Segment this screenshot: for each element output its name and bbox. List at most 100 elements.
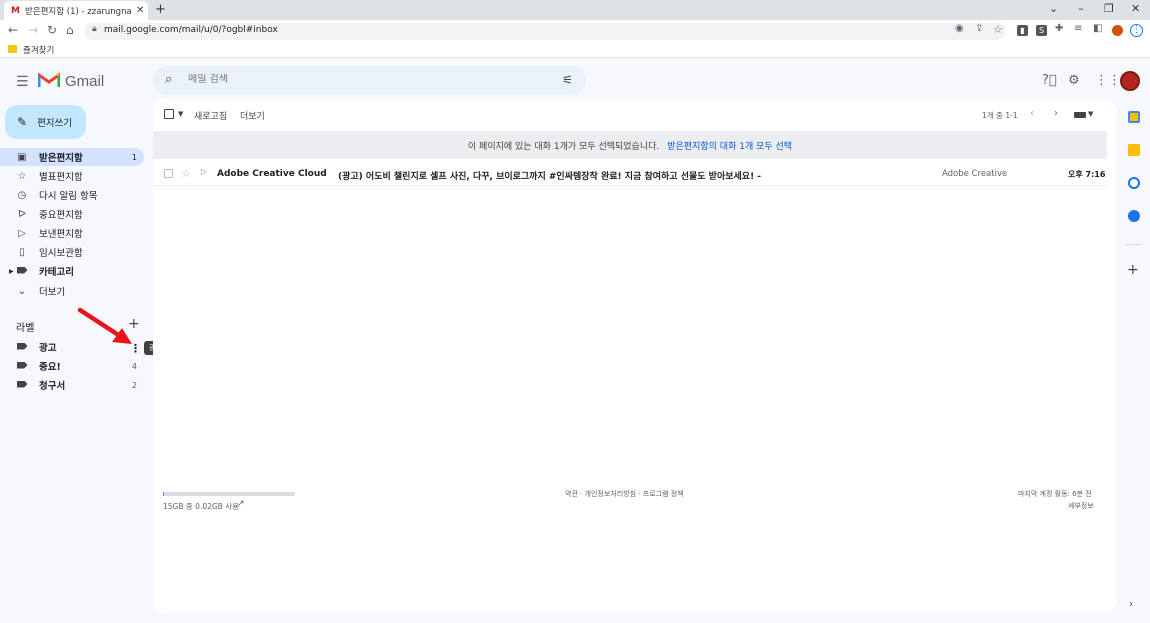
search-icon[interactable]: ⌕ xyxy=(165,72,172,87)
external-link-icon[interactable]: ↗ xyxy=(237,499,245,509)
gmail-logo-icon[interactable] xyxy=(38,72,60,88)
label-count: 2 xyxy=(131,380,137,390)
side-panel-icon[interactable]: ◧ xyxy=(1093,23,1102,34)
calendar-icon[interactable] xyxy=(1128,111,1140,123)
storage-bar-fill xyxy=(163,492,164,496)
contacts-icon[interactable] xyxy=(1128,210,1140,222)
compose-button[interactable]: ✎ 편지쓰기 xyxy=(5,105,86,139)
eye-icon[interactable]: ◉ xyxy=(955,23,964,34)
sidebar-item-starred[interactable]: ☆ 별표편지함 xyxy=(0,167,144,185)
sidebar-label-bills[interactable]: 청구서 2 xyxy=(0,376,144,394)
bookmark-star-icon[interactable]: ☆ xyxy=(993,23,1003,36)
sidebar-label-important[interactable]: 중요! 4 xyxy=(0,357,144,375)
minimize-button[interactable]: – xyxy=(1078,2,1084,15)
keep-icon[interactable] xyxy=(1128,144,1140,156)
back-icon[interactable]: ← xyxy=(8,23,18,37)
bookmarks-bar xyxy=(0,42,1150,58)
sidebar-item-label: 별표편지함 xyxy=(39,172,83,183)
browser-tab[interactable]: M 받은편지함 (1) - zzarungna@gm ✕ xyxy=(4,1,148,20)
chevron-down-icon: ⌄ xyxy=(17,285,27,297)
label-name: 청구서 xyxy=(39,381,66,392)
star-icon[interactable]: ☆ xyxy=(181,167,191,180)
pencil-icon: ✎ xyxy=(17,115,28,129)
prev-page-icon[interactable]: ‹ xyxy=(1030,108,1034,119)
bookmark-folder[interactable]: 즐겨찾기 xyxy=(23,44,54,56)
main-menu-icon[interactable]: ☰ xyxy=(16,74,29,90)
important-marker-icon[interactable]: ᐅ xyxy=(200,168,207,178)
label-name: 중요! xyxy=(39,362,61,373)
details-link[interactable]: 세부정보 xyxy=(1068,501,1094,511)
select-options-icon[interactable]: ▼ xyxy=(178,110,183,118)
selection-message: 이 페이지에 있는 대화 1개가 모두 선택되었습니다. xyxy=(467,141,660,152)
reading-list-icon[interactable]: ≡ xyxy=(1074,23,1082,34)
storage-bar xyxy=(163,492,295,496)
tasks-icon[interactable] xyxy=(1128,177,1140,189)
storage-usage: 15GB 중 0.02GB 사용 xyxy=(163,502,240,511)
compose-label: 편지쓰기 xyxy=(37,118,73,129)
sidebar-item-important[interactable]: ᐅ 중요편지함 xyxy=(0,205,144,223)
sidebar-item-label: 보낸편지함 xyxy=(39,229,83,240)
more-button[interactable]: 더보기 xyxy=(240,109,265,122)
input-tools-icon[interactable] xyxy=(1074,112,1086,118)
extension-icon[interactable]: ▮ xyxy=(1017,25,1028,36)
selection-banner: 이 페이지에 있는 대화 1개가 모두 선택되었습니다. 받은편지함의 대화 1… xyxy=(153,131,1107,159)
footer-links[interactable]: 약관 · 개인정보처리방침 · 프로그램 정책 xyxy=(565,489,684,499)
help-icon[interactable]: ?⃝ xyxy=(1042,73,1057,88)
gear-icon[interactable]: ⚙ xyxy=(1068,73,1080,88)
apps-grid-icon[interactable]: ⋮⋮ xyxy=(1095,73,1121,88)
clock-icon: ◷ xyxy=(17,189,27,201)
forward-icon[interactable]: → xyxy=(28,23,38,37)
get-addons-icon[interactable]: + xyxy=(1127,262,1139,278)
close-tab-icon[interactable]: ✕ xyxy=(136,5,144,16)
draft-icon: ▯ xyxy=(19,246,25,258)
sidebar-item-more[interactable]: ⌄ 더보기 xyxy=(0,282,144,300)
sidebar-item-sent[interactable]: ▷ 보낸편지함 xyxy=(0,224,144,242)
unread-count: 1 xyxy=(131,152,137,162)
sidebar-item-label: 더보기 xyxy=(39,287,66,298)
home-icon[interactable]: ⌂ xyxy=(66,23,74,37)
next-page-icon[interactable]: › xyxy=(1054,108,1058,119)
sidebar-item-drafts[interactable]: ▯ 임시보관함 xyxy=(0,243,144,261)
labels-heading: 라벨 xyxy=(16,323,35,334)
tab-search-icon[interactable]: ⌄ xyxy=(1049,2,1058,15)
search-input[interactable] xyxy=(188,74,548,85)
profile-icon[interactable] xyxy=(1112,25,1123,36)
label-count: 4 xyxy=(131,361,137,371)
browser-menu-icon[interactable]: ⋮ xyxy=(1130,24,1143,37)
sidebar-item-categories[interactable]: 카테고리 xyxy=(0,262,144,280)
send-icon: ▷ xyxy=(18,227,26,239)
select-all-checkbox[interactable] xyxy=(164,109,174,119)
search-options-icon[interactable]: ⚟ xyxy=(562,73,573,87)
side-panel-divider xyxy=(1126,244,1142,245)
row-checkbox[interactable] xyxy=(164,169,173,178)
chevron-down-icon[interactable]: ▼ xyxy=(1088,110,1093,118)
close-window-button[interactable]: ✕ xyxy=(1131,2,1140,15)
show-side-panel-icon[interactable]: › xyxy=(1129,599,1133,610)
lock-icon[interactable]: 🔒︎ xyxy=(92,24,97,34)
sidebar-item-inbox[interactable]: ▣ 받은편지함 1 xyxy=(0,148,144,166)
annotation-arrow-icon xyxy=(77,307,132,344)
email-time: 오후 7:16 xyxy=(1068,170,1106,179)
inbox-icon: ▣ xyxy=(17,151,27,163)
star-icon: ☆ xyxy=(17,170,27,182)
sidebar-item-label: 중요편지함 xyxy=(39,210,83,221)
extension-s-icon[interactable]: S xyxy=(1036,25,1047,36)
reload-icon[interactable]: ↻ xyxy=(47,23,57,37)
refresh-button[interactable]: 새로고침 xyxy=(194,109,227,122)
new-tab-button[interactable]: + xyxy=(155,2,166,17)
restore-button[interactable]: ❐ xyxy=(1104,2,1114,15)
app-name[interactable]: Gmail xyxy=(65,73,104,90)
select-all-conversations-link[interactable]: 받은편지함의 대화 1개 모두 선택 xyxy=(667,139,792,152)
extensions-puzzle-icon[interactable]: ✚ xyxy=(1055,23,1063,34)
sidebar-item-label: 카테고리 xyxy=(39,267,74,278)
sidebar-item-label: 다시 알림 항목 xyxy=(39,191,98,202)
browser-tabstrip xyxy=(0,0,1150,20)
avatar[interactable] xyxy=(1120,71,1140,91)
sidebar-item-snoozed[interactable]: ◷ 다시 알림 항목 xyxy=(0,186,144,204)
label-icon xyxy=(16,266,28,277)
pagination-text[interactable]: 1개 중 1-1 xyxy=(982,110,1018,121)
share-icon[interactable]: ⇪ xyxy=(975,23,983,34)
label-icon xyxy=(16,342,28,353)
email-subject: (광고) 어도비 챌린지로 셀프 사진, 다꾸, 브이로그까지 #인싸템장착 완… xyxy=(338,172,762,182)
url-text[interactable]: mail.google.com/mail/u/0/?ogbl#inbox xyxy=(104,25,278,35)
